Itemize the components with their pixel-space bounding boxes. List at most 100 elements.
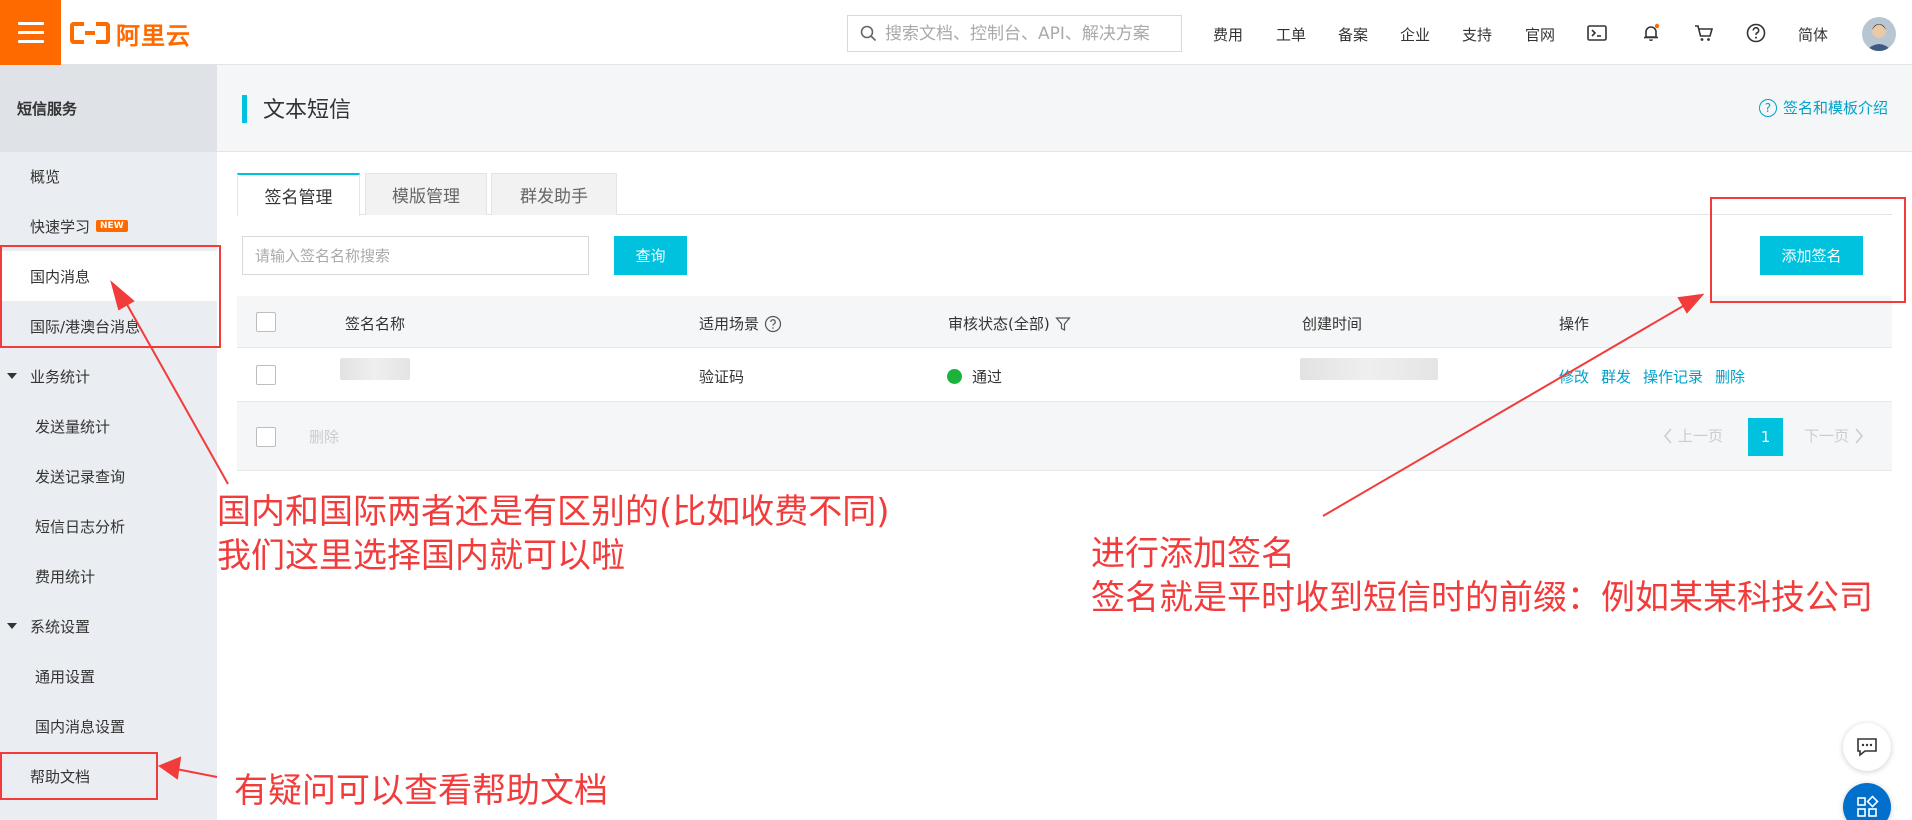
sidebar-item-label: 系统设置 (30, 617, 91, 636)
tab-signature-management[interactable]: 签名管理 (237, 173, 360, 216)
sidebar-group-business-stats[interactable]: 业务统计 (0, 351, 217, 401)
column-scene-label: 适用场景 (699, 315, 760, 333)
page-1-button[interactable]: 1 (1748, 418, 1783, 456)
annotation-help-text: 有疑问可以查看帮助文档 (234, 771, 608, 811)
next-page-label: 下一页 (1804, 427, 1850, 445)
question-icon: ? (1758, 98, 1777, 117)
sidebar-item-cost-stats[interactable]: 费用统计 (0, 551, 217, 601)
row-actions: 修改 群发 操作记录 删除 (1559, 366, 1757, 387)
sidebar-item-label: 发送量统计 (35, 417, 111, 436)
sidebar-item-log-analysis[interactable]: 短信日志分析 (0, 501, 217, 551)
row-scene: 验证码 (699, 368, 745, 386)
cart-icon[interactable] (1693, 22, 1715, 44)
column-scene: 适用场景 (699, 313, 782, 334)
delete-link[interactable]: 删除 (1715, 368, 1745, 386)
filter-icon[interactable] (1054, 316, 1071, 332)
caret-down-icon (7, 373, 17, 379)
column-created-time: 创建时间 (1302, 315, 1363, 333)
terminal-icon[interactable] (1586, 22, 1608, 44)
bulk-delete-button[interactable]: 删除 (309, 426, 339, 447)
page-title: 文本短信 (263, 98, 352, 123)
signature-template-intro-link[interactable]: ? 签名和模板介绍 (1758, 97, 1888, 118)
bell-icon[interactable] (1640, 22, 1662, 44)
tab-bulk-send-assistant[interactable]: 群发助手 (491, 173, 617, 215)
select-all-checkbox[interactable] (256, 312, 276, 332)
nav-enterprise[interactable]: 企业 (1400, 24, 1430, 45)
sidebar-item-label: 国内消息设置 (35, 717, 126, 736)
top-bar: 阿里云 费用 工单 备案 企业 支持 官网 简体 (0, 0, 1912, 65)
menu-icon[interactable] (0, 0, 61, 65)
prev-page-button[interactable]: 上一页 (1662, 425, 1723, 446)
caret-down-icon (7, 623, 17, 629)
sidebar-title: 短信服务 (0, 65, 217, 152)
table-header: 签名名称 适用场景 审核状态(全部) 创建时间 操作 (237, 296, 1892, 348)
column-review-status[interactable]: 审核状态(全部) (948, 313, 1071, 334)
tab-bar: 签名管理 模版管理 群发助手 (237, 173, 1892, 216)
nav-official-site[interactable]: 官网 (1525, 24, 1555, 45)
row-checkbox[interactable] (256, 365, 276, 385)
tab-template-management[interactable]: 模版管理 (365, 173, 487, 215)
next-page-button[interactable]: 下一页 (1804, 425, 1865, 446)
apps-button[interactable] (1843, 783, 1891, 820)
sidebar-item-label: 业务统计 (30, 367, 91, 386)
global-search-input[interactable] (885, 23, 1175, 44)
help-icon[interactable] (1745, 22, 1767, 44)
annotation-domestic-line2: 我们这里选择国内就可以啦 (217, 536, 625, 576)
annotation-box-domestic (0, 245, 221, 348)
chat-icon (1857, 738, 1877, 757)
user-avatar[interactable] (1862, 17, 1896, 51)
global-search[interactable] (847, 15, 1182, 52)
search-icon (860, 25, 877, 42)
annotation-box-add-signature (1710, 197, 1906, 303)
logo-mark-icon (70, 22, 110, 44)
page-header: 文本短信 ? 签名和模板介绍 (217, 65, 1912, 152)
aliyun-logo[interactable]: 阿里云 (70, 16, 191, 50)
annotation-add-line1: 进行添加签名 (1091, 534, 1295, 574)
sidebar-item-overview[interactable]: 概览 (0, 151, 217, 201)
sidebar-item-general-settings[interactable]: 通用设置 (0, 651, 217, 701)
success-dot-icon (947, 369, 962, 384)
signature-search-input[interactable] (242, 236, 589, 275)
column-review-status-label: 审核状态(全部) (948, 315, 1050, 333)
nav-support[interactable]: 支持 (1462, 24, 1492, 45)
operation-log-link[interactable]: 操作记录 (1643, 368, 1703, 386)
new-badge: NEW (96, 220, 128, 232)
annotation-box-help-docs (0, 752, 158, 800)
sidebar-item-label: 费用统计 (35, 567, 96, 586)
redacted-signature-name (340, 358, 410, 380)
sidebar-item-label: 概览 (30, 167, 61, 186)
annotation-add-line2: 签名就是平时收到短信时的前缀：例如某某科技公司 (1091, 578, 1873, 618)
help-link-label: 签名和模板介绍 (1782, 99, 1888, 117)
nav-fee[interactable]: 费用 (1213, 24, 1243, 45)
language-switch[interactable]: 简体 (1798, 24, 1828, 45)
question-icon[interactable] (764, 315, 782, 333)
title-accent-bar (242, 95, 247, 123)
row-status-label: 通过 (972, 368, 1003, 386)
apps-icon (1857, 795, 1879, 817)
redacted-created-time (1300, 358, 1438, 380)
bulk-send-link[interactable]: 群发 (1601, 368, 1631, 386)
feedback-button[interactable] (1843, 723, 1891, 771)
sidebar-group-system-settings[interactable]: 系统设置 (0, 601, 217, 651)
column-actions: 操作 (1559, 315, 1590, 333)
footer-select-all-checkbox[interactable] (256, 427, 276, 447)
sidebar-item-send-records[interactable]: 发送记录查询 (0, 451, 217, 501)
sidebar-item-domestic-settings[interactable]: 国内消息设置 (0, 701, 217, 751)
sidebar-item-label: 短信日志分析 (35, 517, 126, 536)
chevron-left-icon (1663, 427, 1672, 444)
row-status: 通过 (947, 366, 1002, 387)
column-signature-name: 签名名称 (345, 315, 406, 333)
chevron-right-icon (1855, 427, 1864, 444)
nav-ticket[interactable]: 工单 (1276, 24, 1306, 45)
sidebar-item-send-volume[interactable]: 发送量统计 (0, 401, 217, 451)
table-row: 验证码 通过 修改 群发 操作记录 删除 (237, 348, 1892, 402)
edit-link[interactable]: 修改 (1559, 368, 1589, 386)
logo-text: 阿里云 (116, 21, 191, 50)
nav-filing[interactable]: 备案 (1338, 24, 1368, 45)
sidebar-item-quick-learn[interactable]: 快速学习 NEW (0, 201, 217, 251)
query-button[interactable]: 查询 (614, 236, 687, 275)
sidebar-item-label: 通用设置 (35, 667, 96, 686)
sidebar-item-label: 发送记录查询 (35, 467, 126, 486)
prev-page-label: 上一页 (1678, 427, 1724, 445)
annotation-domestic-line1: 国内和国际两者还是有区别的(比如收费不同) (217, 492, 890, 532)
